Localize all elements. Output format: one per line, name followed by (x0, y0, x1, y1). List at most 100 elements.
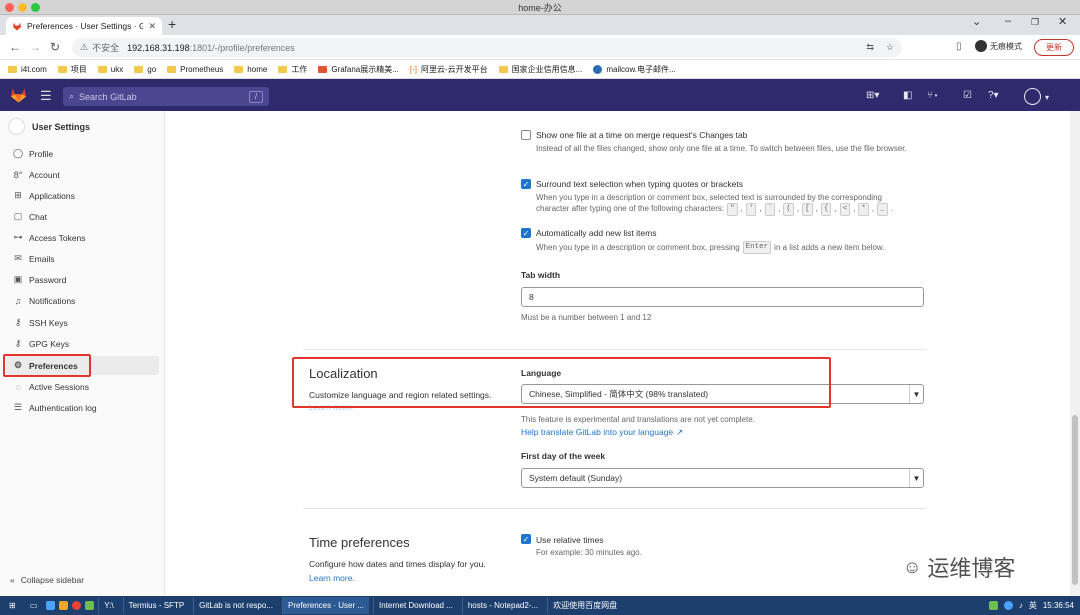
time-preferences-learn-more-link[interactable]: Learn more. (309, 573, 355, 583)
sidebar-item-emails[interactable]: ✉ Emails (6, 249, 159, 268)
chevron-down-icon: ▼ (909, 385, 923, 403)
explorer-icon[interactable] (59, 601, 69, 610)
sidebar-item-access-tokens[interactable]: ⊶ Access Tokens (6, 228, 159, 247)
update-button[interactable]: 更新 (1034, 39, 1074, 56)
taskbar-item[interactable]: hosts - Notepad2-... (461, 597, 543, 614)
first-day-select[interactable]: System default (Sunday) ▼ (521, 468, 924, 488)
todo-icon[interactable]: ☑ (963, 90, 972, 101)
close-tab-icon[interactable]: ✕ (148, 21, 156, 32)
bookmark-label: Grafana展示精美... (331, 64, 399, 74)
reload-icon[interactable]: ↻ (50, 40, 60, 54)
minimize-icon[interactable]: – (1005, 15, 1011, 27)
bookmark-item[interactable]: mailcow.电子邮件... (593, 64, 676, 75)
sidebar-item-applications[interactable]: ⊞ Applications (6, 186, 159, 205)
bookmark-item[interactable]: [-] 阿里云-云开发平台 (410, 64, 488, 75)
gitlab-logo-icon[interactable] (10, 87, 27, 103)
close-icon[interactable]: ✕ (1058, 15, 1067, 28)
tab-search-icon[interactable]: ⌄ (972, 15, 981, 28)
chevron-down-icon[interactable]: ▾ (1045, 93, 1049, 102)
bookmark-item[interactable]: Grafana展示精美... (318, 64, 399, 75)
sidebar-title: User Settings (32, 121, 91, 132)
sidebar-item-notifications[interactable]: ♫ Notifications (6, 291, 159, 310)
ime-indicator[interactable]: 英 (1029, 600, 1037, 611)
collapse-sidebar-button[interactable]: « Collapse sidebar (10, 575, 84, 585)
time-preferences-description: Configure how dates and times display fo… (309, 559, 486, 569)
forward-icon[interactable]: → (29, 40, 41, 54)
taskbar-item[interactable]: Termius - SFTP (122, 597, 190, 614)
taskbar-item[interactable]: Preferences · User ... (282, 597, 370, 614)
sidepanel-icon[interactable]: ▯ (956, 41, 962, 52)
sidebar-item-password[interactable]: ▣ Password (6, 270, 159, 289)
bookmark-star-icon[interactable]: ☆ (886, 42, 894, 53)
sidebar-item-label: Profile (29, 148, 54, 159)
bookmark-item[interactable]: 工作 (278, 64, 307, 75)
grafana-icon (318, 65, 328, 73)
sidebar-item-label: Password (29, 274, 67, 285)
autolist-checkbox[interactable]: ✓ (521, 228, 531, 238)
chrome-icon[interactable] (72, 601, 82, 610)
bookmark-item[interactable]: Prometheus (167, 65, 223, 74)
sidebar-item-label: Chat (29, 211, 47, 222)
bookmark-item[interactable]: home (234, 65, 267, 74)
gitlab-favicon-icon (13, 22, 21, 31)
pinned-app-icon[interactable] (46, 601, 56, 610)
sidebar-item-ssh-keys[interactable]: ⚷ SSH Keys (6, 313, 159, 332)
new-tab-button[interactable]: + (168, 16, 176, 32)
user-avatar-button[interactable] (1024, 88, 1041, 105)
taskbar-item[interactable]: Internet Download ... (373, 597, 458, 614)
bookmark-item[interactable]: 项目 (57, 64, 87, 75)
volume-icon[interactable]: ♪ (1019, 601, 1023, 610)
address-bar[interactable]: ⚠ 不安全 192.168.31.198:1801/-/profile/pref… (72, 38, 902, 57)
pinned-app-icon[interactable] (85, 601, 95, 610)
mailcow-icon (593, 64, 603, 74)
sidebar-item-profile[interactable]: ◯ Profile (6, 144, 159, 163)
sidebar-item-account[interactable]: 8° Account (6, 165, 159, 184)
bookmark-item[interactable]: ukx (97, 65, 123, 74)
sidebar-item-label: Authentication log (29, 402, 97, 413)
relative-times-checkbox[interactable]: ✓ (521, 534, 531, 544)
taskbar-item-label: Preferences · User ... (288, 601, 365, 610)
taskbar-item[interactable]: GitLab is not respo... (193, 597, 278, 614)
issues-icon[interactable]: ◧ (903, 90, 912, 101)
menu-icon[interactable]: ☰ (40, 88, 52, 104)
taskbar-item-label: hosts - Notepad2-... (467, 601, 539, 610)
sidebar-header[interactable]: User Settings (8, 118, 90, 135)
search-input[interactable]: ⌕ Search GitLab / (63, 87, 269, 106)
back-icon[interactable]: ← (9, 40, 21, 54)
start-icon[interactable]: ⊞ (4, 597, 21, 614)
tray-icon[interactable] (988, 601, 998, 610)
incognito-indicator[interactable]: 无痕模式 (975, 40, 1022, 52)
translate-icon[interactable]: ⇆ (866, 42, 874, 53)
sidebar-item-authentication-log[interactable]: ☰ Authentication log (6, 398, 159, 417)
merge-requests-icon[interactable]: ⑂▾ (927, 90, 939, 101)
scrollbar-thumb[interactable] (1072, 415, 1078, 585)
bookmark-item[interactable]: go (134, 65, 156, 74)
sidebar-item-label: Notifications (29, 295, 76, 306)
taskbar-item[interactable]: 欢迎使用百度网盘 (547, 597, 622, 614)
mail-icon: ✉ (14, 253, 22, 263)
browser-tab[interactable]: Preferences · User Settings · G ✕ (6, 17, 162, 35)
help-icon[interactable]: ?▾ (988, 90, 999, 101)
applications-icon: ⊞ (14, 190, 22, 200)
sidebar-item-active-sessions[interactable]: ◌ Active Sessions (6, 377, 159, 396)
bookmark-item[interactable]: i4t.com (8, 65, 47, 74)
taskbar-item[interactable]: Y:\ (98, 597, 118, 614)
sidebar-item-gpg-keys[interactable]: ⚷ GPG Keys (6, 334, 159, 353)
watermark: ☺ 运维博客 (903, 551, 1015, 583)
bookmark-item[interactable]: 国家企业信用信息... (498, 64, 582, 75)
one-file-checkbox[interactable] (521, 130, 531, 140)
tray-icon[interactable] (1003, 601, 1013, 610)
taskbar-item-label: Y:\ (104, 601, 114, 610)
surround-label: Surround text selection when typing quot… (536, 179, 743, 189)
char-key: { (820, 203, 832, 216)
tab-width-input[interactable]: 8 (521, 287, 924, 307)
create-new-icon[interactable]: ⊞▾ (866, 90, 879, 101)
sidebar-item-label: SSH Keys (29, 317, 68, 328)
sidebar-item-chat[interactable]: ▢ Chat (6, 207, 159, 226)
token-icon: ⊶ (13, 232, 23, 242)
translate-gitlab-link[interactable]: Help translate GitLab into your language… (521, 427, 683, 438)
taskview-icon[interactable]: ▭ (25, 597, 43, 614)
surround-checkbox[interactable]: ✓ (521, 179, 531, 189)
url-path: :1801/-/profile/preferences (189, 42, 295, 53)
restore-icon[interactable]: ❐ (1031, 17, 1039, 28)
